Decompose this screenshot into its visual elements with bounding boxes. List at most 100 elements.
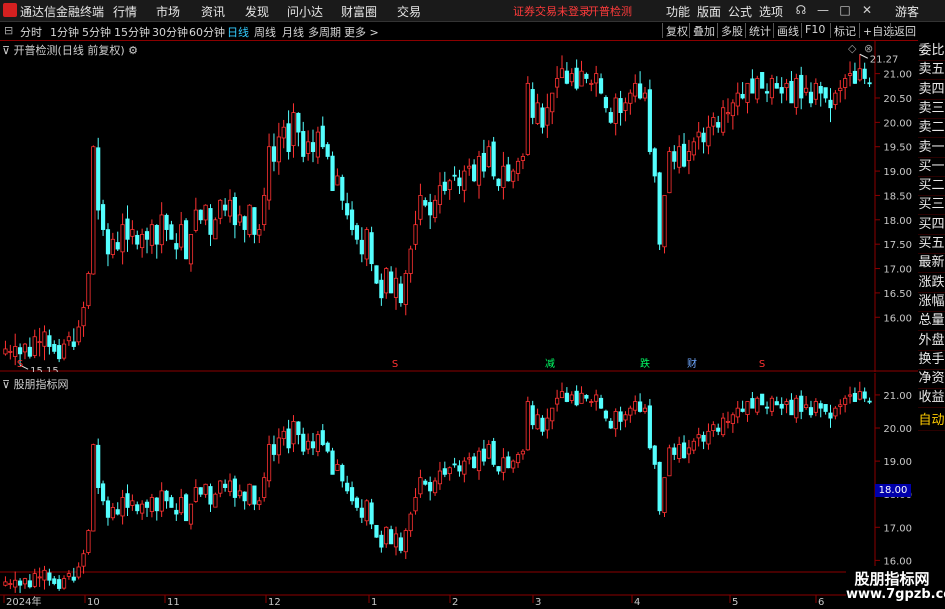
y-tick-label: 18.50	[883, 191, 912, 202]
side-item[interactable]: 买三	[918, 196, 945, 216]
candle	[579, 70, 584, 87]
candle	[174, 243, 179, 250]
menu-trade[interactable]: 交易	[397, 3, 421, 20]
side-item[interactable]: 涨跌	[918, 273, 945, 293]
menu-layout[interactable]: 版面	[697, 3, 721, 20]
menu-news[interactable]: 资讯	[201, 3, 225, 20]
menu-discover[interactable]: 发现	[245, 3, 269, 20]
side-item[interactable]: 卖四	[918, 80, 945, 100]
guest-label[interactable]: 游客	[895, 3, 919, 20]
candle	[179, 224, 184, 248]
candle	[804, 404, 809, 408]
candle	[794, 78, 799, 108]
indicator-chart[interactable]: 21.0020.0019.0018.0017.0016.002024年10111…	[0, 373, 918, 609]
candle	[291, 421, 296, 445]
minimize-icon[interactable]: —	[814, 1, 832, 19]
event-marker: S	[759, 359, 765, 370]
side-item[interactable]: 买五	[918, 235, 945, 254]
period-1min[interactable]: 1分钟	[50, 24, 79, 40]
candle	[140, 234, 145, 249]
menu-ask[interactable]: 问小达	[287, 3, 323, 20]
menu-quotes[interactable]: 行情	[113, 3, 137, 20]
candle	[286, 428, 291, 449]
side-item[interactable]: 外盘	[918, 331, 945, 351]
candle	[838, 404, 843, 407]
candle	[437, 185, 443, 205]
candle	[237, 490, 242, 497]
period-5min[interactable]: 5分钟	[82, 24, 111, 40]
side-item[interactable]: 委比	[918, 42, 945, 61]
tool-stats[interactable]: 统计	[745, 23, 771, 38]
side-item[interactable]: 换手	[918, 350, 945, 370]
support-icon[interactable]: ☊	[792, 1, 810, 19]
tool-add-watchlist[interactable]: +自选	[859, 23, 894, 38]
period-timeshare[interactable]: 分时	[20, 24, 42, 40]
candle	[17, 347, 23, 355]
period-multi[interactable]: 多周期	[308, 24, 341, 40]
candle	[3, 581, 8, 586]
menu-wealth[interactable]: 财富圈	[341, 3, 377, 20]
period-60min[interactable]: 60分钟	[189, 24, 225, 40]
side-item[interactable]: 净资	[918, 370, 945, 390]
event-marker: S	[392, 359, 398, 370]
side-item[interactable]: 卖二	[918, 119, 945, 139]
side-item[interactable]: 总量	[918, 312, 945, 332]
maximize-icon[interactable]: □	[836, 1, 854, 19]
side-item[interactable]: 买四	[918, 215, 945, 235]
y-tick-label: 17.00	[883, 523, 912, 534]
candle	[672, 447, 677, 455]
candle	[144, 231, 150, 240]
tool-draw[interactable]: 画线	[773, 23, 799, 38]
side-item[interactable]: 最新	[918, 254, 945, 274]
candle	[520, 450, 526, 455]
candle	[96, 147, 101, 211]
period-daily[interactable]: 日线	[227, 24, 249, 40]
period-more[interactable]: 更多 >	[344, 24, 379, 40]
candle	[867, 400, 872, 403]
candle	[86, 530, 91, 553]
side-item[interactable]: 涨幅	[918, 292, 945, 312]
candle	[574, 390, 579, 406]
candle	[486, 146, 491, 168]
period-30min[interactable]: 30分钟	[152, 24, 188, 40]
candle	[618, 98, 623, 114]
tool-rights[interactable]: 复权	[662, 23, 688, 38]
candle	[135, 504, 140, 512]
menu-function[interactable]: 功能	[666, 3, 690, 20]
tool-multistock[interactable]: 多股	[717, 23, 743, 38]
side-item[interactable]: 自动	[918, 411, 945, 431]
candle	[501, 165, 506, 188]
candle	[579, 392, 584, 404]
menu-market[interactable]: 市场	[156, 3, 180, 20]
side-item[interactable]: 买一	[918, 157, 945, 177]
candle	[296, 112, 301, 133]
candle	[408, 513, 413, 532]
toolbar-grip-icon[interactable]: ⊟	[4, 24, 13, 37]
menu-formula[interactable]: 公式	[728, 3, 752, 20]
tool-back[interactable]: 返回	[890, 23, 916, 38]
period-15min[interactable]: 15分钟	[114, 24, 150, 40]
side-item[interactable]: 卖一	[918, 138, 945, 158]
tool-overlay[interactable]: 叠加	[689, 23, 715, 38]
candlestick-chart[interactable]: 21.00 20.50 20.00 19.50 19.00 18.50 18.00 17.50…	[0, 41, 918, 372]
login-notice[interactable]: 证券交易未登录	[513, 3, 590, 19]
candle	[296, 421, 301, 436]
candle	[227, 199, 233, 217]
menu-options[interactable]: 选项	[759, 3, 783, 20]
side-item[interactable]: 收益	[918, 389, 945, 409]
close-icon[interactable]: ✕	[858, 1, 876, 19]
candle	[57, 579, 62, 589]
candle	[52, 344, 57, 352]
candle	[760, 393, 765, 406]
side-item[interactable]: 卖五	[918, 61, 945, 81]
candle	[769, 397, 775, 412]
period-weekly[interactable]: 周线	[254, 24, 276, 40]
candle	[22, 578, 28, 585]
tool-f10[interactable]: F10	[801, 23, 825, 38]
candle	[515, 160, 521, 174]
period-monthly[interactable]: 月线	[282, 24, 304, 40]
tool-mark[interactable]: 标记	[830, 23, 856, 38]
side-item[interactable]: 卖三	[918, 99, 945, 119]
candle	[389, 529, 394, 545]
side-item[interactable]: 买二	[918, 177, 945, 197]
